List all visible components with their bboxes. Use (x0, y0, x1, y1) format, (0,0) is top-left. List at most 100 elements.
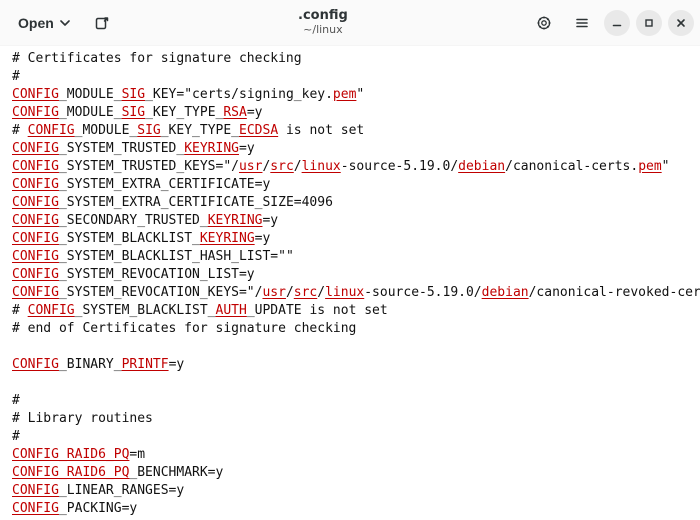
code-text: _KEY_TYPE_ (145, 105, 223, 120)
code-text: _BINARY_ (59, 357, 122, 372)
code-text: / (286, 285, 294, 300)
spellcheck-underline: linux (325, 285, 364, 300)
code-text: # (12, 429, 20, 444)
spellcheck-underline: src (294, 285, 317, 300)
code-text: =y (262, 213, 278, 228)
spellcheck-underline: debian (458, 159, 505, 174)
spellcheck-underline: CONFIG (12, 267, 59, 282)
title-area: .config ~/linux (298, 9, 348, 37)
code-text: # Certificates for signature checking (12, 51, 302, 66)
spellcheck-underline: KEYRING (200, 231, 255, 246)
spellcheck-underline: CONFIG (12, 105, 59, 120)
code-text: / (317, 285, 325, 300)
spellcheck-underline: CONFIG (12, 483, 59, 498)
code-text: " (356, 87, 364, 102)
spellcheck-underline: CONFIG (12, 159, 59, 174)
spellcheck-underline: CONFIG_RAID6_PQ (12, 465, 129, 480)
spellcheck-underline: AUTH (216, 303, 247, 318)
code-text: _SYSTEM_EXTRA_CERTIFICATE_SIZE=4096 (59, 195, 333, 210)
document-title: .config (298, 9, 348, 24)
spellcheck-underline: pem (638, 159, 661, 174)
spellcheck-underline: CONFIG (12, 501, 59, 516)
code-text: # (12, 69, 20, 84)
code-text: /canonical-revoked-certs. (529, 285, 700, 300)
code-text: =y (255, 231, 271, 246)
code-text: _SYSTEM_REVOCATION_LIST=y (59, 267, 255, 282)
spellcheck-underline: CONFIG (28, 123, 75, 138)
hamburger-icon (574, 15, 590, 31)
window-minimize-button[interactable] (604, 10, 630, 36)
code-text: _KEY_TYPE_ (161, 123, 239, 138)
code-text: -source-5.19.0/ (364, 285, 481, 300)
code-text: _KEY="certs/signing_key. (145, 87, 333, 102)
code-text: _MODULE_ (75, 123, 138, 138)
spellcheck-underline: SIG (122, 87, 145, 102)
settings-button[interactable] (528, 7, 560, 39)
spellcheck-underline: KEYRING (208, 213, 263, 228)
new-tab-button[interactable] (86, 7, 118, 39)
code-text: # Library routines (12, 411, 153, 426)
spellcheck-underline: CONFIG_RAID6_PQ (12, 447, 129, 462)
maximize-icon (643, 17, 655, 29)
hamburger-menu-button[interactable] (566, 7, 598, 39)
code-text: -source-5.19.0/ (341, 159, 458, 174)
spellcheck-underline: CONFIG (12, 87, 59, 102)
new-tab-icon (94, 15, 110, 31)
code-content[interactable]: # Certificates for signature checking # … (12, 50, 700, 520)
spellcheck-underline: CONFIG (12, 195, 59, 210)
code-text: # (12, 393, 20, 408)
code-text: _SYSTEM_REVOCATION_KEYS="/ (59, 285, 263, 300)
spellcheck-underline: CONFIG (28, 303, 75, 318)
code-text: /canonical-certs. (505, 159, 638, 174)
code-text: _UPDATE is not set (247, 303, 388, 318)
spellcheck-underline: RSA (223, 105, 246, 120)
spellcheck-underline: debian (482, 285, 529, 300)
spellcheck-underline: usr (239, 159, 262, 174)
open-button[interactable]: Open (8, 7, 80, 39)
document-subtitle: ~/linux (298, 24, 348, 37)
code-text: _PACKING=y (59, 501, 137, 516)
code-text: =y (169, 357, 185, 372)
code-text: _SYSTEM_BLACKLIST_ (75, 303, 216, 318)
spellcheck-underline: CONFIG (12, 231, 59, 246)
spellcheck-underline: src (270, 159, 293, 174)
code-text: is not set (278, 123, 364, 138)
minimize-icon (611, 17, 623, 29)
code-text: _SYSTEM_TRUSTED_KEYS="/ (59, 159, 239, 174)
code-text: =y (239, 141, 255, 156)
code-text: _SYSTEM_EXTRA_CERTIFICATE=y (59, 177, 270, 192)
editor-viewport[interactable]: # Certificates for signature checking # … (0, 46, 700, 520)
spellcheck-underline: usr (262, 285, 285, 300)
spellcheck-underline: linux (302, 159, 341, 174)
code-text: # (12, 123, 28, 138)
code-text: # (12, 303, 28, 318)
window-maximize-button[interactable] (636, 10, 662, 36)
spellcheck-underline: ECDSA (239, 123, 278, 138)
code-text: _BENCHMARK=y (129, 465, 223, 480)
spellcheck-underline: SIG (137, 123, 160, 138)
spellcheck-underline: CONFIG (12, 285, 59, 300)
titlebar: Open .config ~/linux (0, 0, 700, 46)
spellcheck-underline: CONFIG (12, 213, 59, 228)
spellcheck-underline: pem (333, 87, 356, 102)
spellcheck-underline: CONFIG (12, 141, 59, 156)
spellcheck-underline: PRINTF (122, 357, 169, 372)
close-icon (675, 17, 687, 29)
code-text: _SYSTEM_TRUSTED_ (59, 141, 184, 156)
window-close-button[interactable] (668, 10, 694, 36)
code-text: _MODULE_ (59, 87, 122, 102)
code-text: _SYSTEM_BLACKLIST_ (59, 231, 200, 246)
code-text: " (662, 159, 670, 174)
spellcheck-underline: KEYRING (184, 141, 239, 156)
code-text: _SYSTEM_BLACKLIST_HASH_LIST="" (59, 249, 294, 264)
code-text: # end of Certificates for signature chec… (12, 321, 356, 336)
spellcheck-underline: CONFIG (12, 357, 59, 372)
code-text: =y (247, 105, 263, 120)
code-text: _MODULE_ (59, 105, 122, 120)
gear-icon (536, 15, 552, 31)
open-button-label: Open (18, 15, 54, 31)
chevron-down-icon (60, 18, 70, 28)
code-text: / (294, 159, 302, 174)
code-text: _LINEAR_RANGES=y (59, 483, 184, 498)
code-text: =m (129, 447, 145, 462)
